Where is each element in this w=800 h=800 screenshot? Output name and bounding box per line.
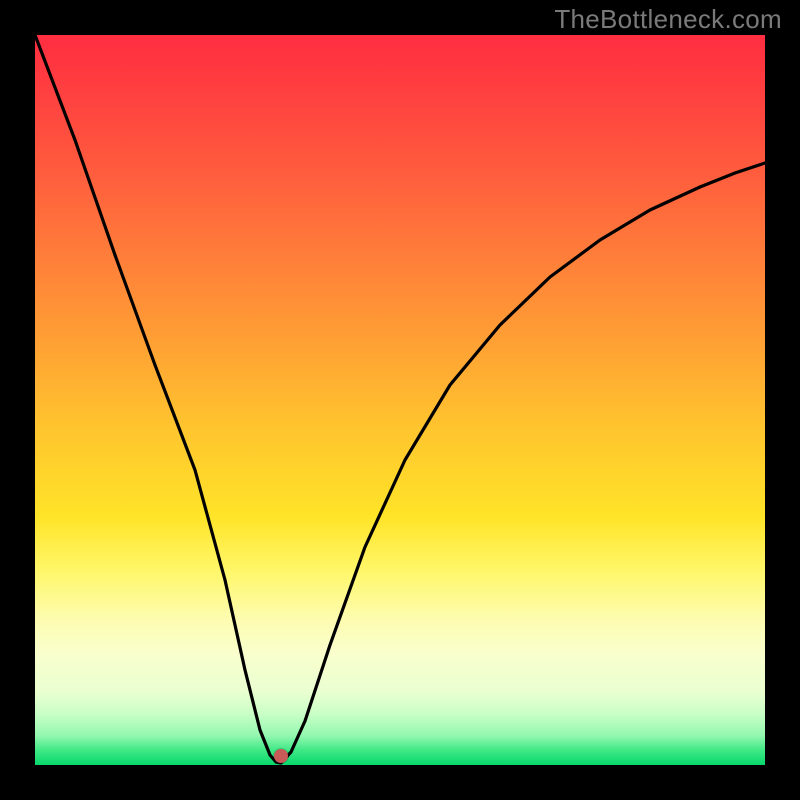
bottleneck-curve <box>35 35 765 765</box>
chart-frame: TheBottleneck.com <box>0 0 800 800</box>
watermark-text: TheBottleneck.com <box>554 4 782 35</box>
curve-path <box>35 35 765 763</box>
plot-area <box>35 35 765 765</box>
optimal-point-marker <box>274 749 288 763</box>
